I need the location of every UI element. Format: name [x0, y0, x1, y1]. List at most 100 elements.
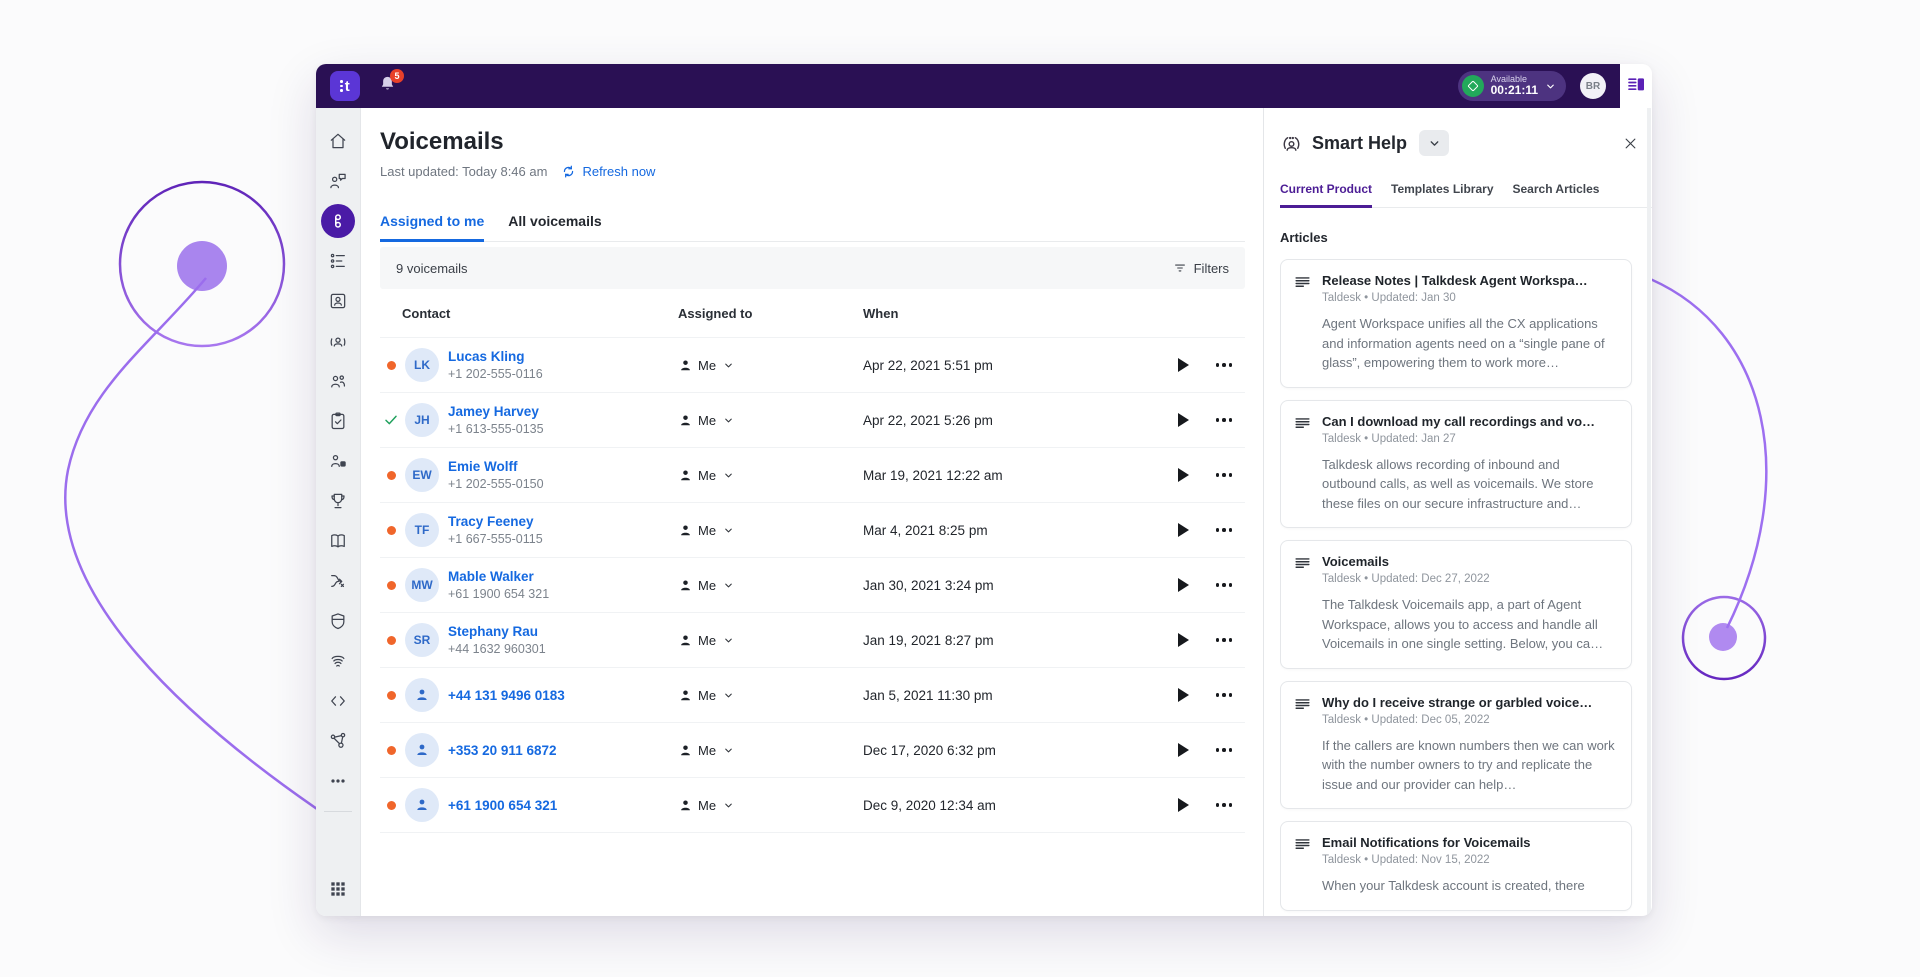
person-icon	[678, 688, 693, 703]
sidebar-item-more[interactable]	[316, 761, 361, 801]
apps-grid-icon	[328, 879, 348, 899]
tab-all-voicemails[interactable]: All voicemails	[508, 213, 601, 242]
last-updated-text: Last updated: Today 8:46 am	[380, 164, 547, 179]
row-menu-button[interactable]	[1203, 418, 1245, 422]
tab-search-articles[interactable]: Search Articles	[1513, 182, 1600, 208]
row-menu-button[interactable]	[1203, 638, 1245, 642]
sidebar-item-conversations[interactable]	[316, 161, 361, 201]
assigned-to-dropdown[interactable]: Me	[678, 688, 853, 703]
panel-toggle-icon	[1626, 75, 1647, 95]
avatar: TF	[405, 513, 439, 547]
sidebar-item-gamification[interactable]	[316, 481, 361, 521]
contact-number-link[interactable]: +44 131 9496 0183	[448, 688, 678, 703]
sidebar-item-contacts[interactable]	[316, 281, 361, 321]
play-button[interactable]	[1178, 633, 1189, 647]
row-menu-button[interactable]	[1203, 693, 1245, 697]
sidebar-item-voicemails[interactable]	[316, 201, 361, 241]
page-title: Voicemails	[380, 128, 1245, 156]
play-button[interactable]	[1178, 468, 1189, 482]
refresh-now-button[interactable]: Refresh now	[561, 164, 655, 179]
row-menu-button[interactable]	[1203, 473, 1245, 477]
row-menu-button[interactable]	[1203, 363, 1245, 367]
assigned-to-dropdown[interactable]: Me	[678, 798, 853, 813]
contact-name-link[interactable]: Stephany Rau	[448, 624, 678, 639]
chevron-down-icon	[723, 800, 734, 811]
tab-templates-library[interactable]: Templates Library	[1391, 182, 1493, 208]
article-card[interactable]: Email Notifications for Voicemails Talde…	[1280, 821, 1632, 911]
row-menu-button[interactable]	[1203, 528, 1245, 532]
code-icon	[328, 691, 348, 711]
assigned-to-dropdown[interactable]: Me	[678, 743, 853, 758]
contact-name-link[interactable]: Jamey Harvey	[448, 404, 678, 419]
contact-name-link[interactable]: Tracy Feeney	[448, 514, 678, 529]
assigned-to-dropdown[interactable]: Me	[678, 578, 853, 593]
user-avatar[interactable]: BR	[1580, 73, 1606, 99]
article-card[interactable]: Can I download my call recordings and vo…	[1280, 400, 1632, 529]
tab-current-product[interactable]: Current Product	[1280, 182, 1372, 208]
voicemails-page: Voicemails Last updated: Today 8:46 am R…	[361, 108, 1263, 916]
avatar: JH	[405, 403, 439, 437]
contact-name-link[interactable]: Lucas Kling	[448, 349, 678, 364]
contact-phone: +1 613-555-0135	[448, 422, 678, 436]
sidebar-item-agents[interactable]	[316, 321, 361, 361]
notifications-button[interactable]: 5	[378, 74, 397, 99]
sidebar-item-flows[interactable]	[316, 561, 361, 601]
article-card[interactable]: Why do I receive strange or garbled voic…	[1280, 681, 1632, 810]
chevron-down-icon	[723, 745, 734, 756]
article-card[interactable]: Release Notes | Talkdesk Agent Workspa… …	[1280, 259, 1632, 388]
unread-dot-icon	[387, 691, 396, 700]
panel-toggle-button[interactable]	[1626, 75, 1647, 95]
row-menu-button[interactable]	[1203, 583, 1245, 587]
row-menu-button[interactable]	[1203, 748, 1245, 752]
sidebar-item-integrations[interactable]	[316, 721, 361, 761]
sidebar-item-knowledge-base[interactable]	[316, 521, 361, 561]
column-when: When	[853, 306, 1163, 321]
article-card[interactable]: Voicemails Taldesk • Updated: Dec 27, 20…	[1280, 540, 1632, 669]
document-icon	[1293, 415, 1312, 434]
flow-icon	[328, 571, 348, 591]
agent-status-dropdown[interactable]: Available 00:21:11	[1458, 71, 1566, 101]
table-row: MW Mable Walker+61 1900 654 321 Me Jan 3…	[380, 557, 1245, 612]
article-meta: Taldesk • Updated: Dec 27, 2022	[1322, 573, 1615, 585]
sidebar-item-collaboration[interactable]	[316, 441, 361, 481]
smart-help-dropdown-button[interactable]	[1419, 130, 1449, 156]
sidebar-item-tasks[interactable]	[316, 401, 361, 441]
filters-button[interactable]: Filters	[1173, 261, 1229, 276]
assigned-to-dropdown[interactable]: Me	[678, 523, 853, 538]
contact-number-link[interactable]: +61 1900 654 321	[448, 798, 678, 813]
sidebar-item-home[interactable]	[316, 121, 361, 161]
person-icon	[414, 742, 430, 758]
sidebar-item-developer[interactable]	[316, 681, 361, 721]
talkdesk-logo-icon[interactable]: t	[330, 71, 360, 101]
unread-dot-icon	[387, 746, 396, 755]
sidebar-item-teams[interactable]	[316, 361, 361, 401]
play-button[interactable]	[1178, 358, 1189, 372]
contact-name-link[interactable]: Emie Wolff	[448, 459, 678, 474]
row-menu-button[interactable]	[1203, 803, 1245, 807]
person-icon	[678, 523, 693, 538]
sidebar-item-security[interactable]	[316, 601, 361, 641]
activity-list-icon	[328, 251, 348, 271]
contact-name-link[interactable]: Mable Walker	[448, 569, 678, 584]
tab-assigned-to-me[interactable]: Assigned to me	[380, 213, 484, 242]
play-button[interactable]	[1178, 578, 1189, 592]
app-sidebar	[316, 108, 361, 916]
contact-number-link[interactable]: +353 20 911 6872	[448, 743, 678, 758]
smart-help-close-button[interactable]	[1623, 136, 1638, 151]
play-button[interactable]	[1178, 743, 1189, 757]
column-assigned-to: Assigned to	[678, 306, 853, 321]
assigned-to-dropdown[interactable]: Me	[678, 413, 853, 428]
assigned-to-dropdown[interactable]: Me	[678, 468, 853, 483]
sidebar-item-activity[interactable]	[316, 241, 361, 281]
article-excerpt: Talkdesk allows recording of inbound and…	[1322, 455, 1615, 514]
assigned-to-dropdown[interactable]: Me	[678, 633, 853, 648]
avatar	[405, 733, 439, 767]
sidebar-item-apps[interactable]	[316, 876, 361, 916]
play-button[interactable]	[1178, 798, 1189, 812]
assigned-to-dropdown[interactable]: Me	[678, 358, 853, 373]
play-button[interactable]	[1178, 523, 1189, 537]
contact-phone: +1 202-555-0116	[448, 367, 678, 381]
sidebar-item-identity[interactable]	[316, 641, 361, 681]
play-button[interactable]	[1178, 413, 1189, 427]
play-button[interactable]	[1178, 688, 1189, 702]
